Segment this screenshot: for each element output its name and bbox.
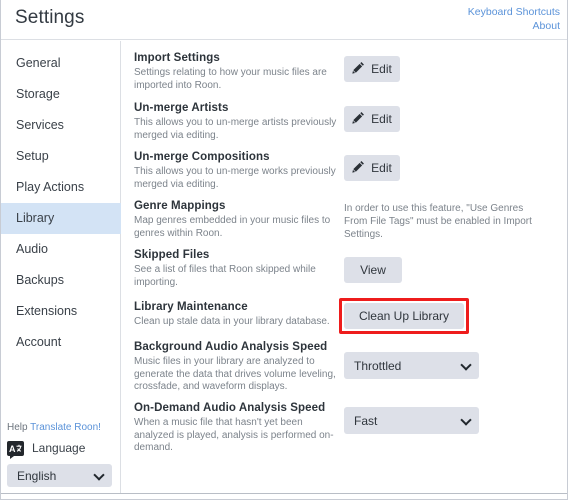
import-settings-edit-button[interactable]: Edit xyxy=(344,56,400,82)
sidebar-item-account[interactable]: Account xyxy=(1,327,121,358)
pencil-icon xyxy=(352,160,365,176)
button-label: Edit xyxy=(371,62,392,76)
setting-text: Background Audio Analysis Speed Music fi… xyxy=(134,340,344,394)
pencil-icon xyxy=(352,61,365,77)
setting-title: Background Audio Analysis Speed xyxy=(134,341,328,353)
setting-description: See a list of files that Roon skipped wh… xyxy=(134,264,316,288)
unmerge-artists-edit-button[interactable]: Edit xyxy=(344,106,400,132)
setting-title: Un-merge Compositions xyxy=(134,151,270,163)
pencil-icon xyxy=(352,111,365,127)
button-label: Edit xyxy=(371,161,392,175)
setting-title: Un-merge Artists xyxy=(134,102,229,114)
setting-description: When a music file that hasn't yet been a… xyxy=(134,417,334,453)
setting-description: Map genres embedded in your music files … xyxy=(134,215,331,239)
setting-text: Un-merge Artists This allows you to un-m… xyxy=(134,101,344,142)
sidebar-item-general[interactable]: General xyxy=(1,48,121,79)
sidebar-item-services[interactable]: Services xyxy=(1,110,121,141)
setting-text: Library Maintenance Clean up stale data … xyxy=(134,300,344,329)
sidebar-item-setup[interactable]: Setup xyxy=(1,141,121,172)
setting-control: Fast xyxy=(344,407,479,434)
sidebar-item-storage[interactable]: Storage xyxy=(1,79,121,110)
translate-icon: A xyxy=(7,440,24,459)
setting-description: This allows you to un-merge works previo… xyxy=(134,166,336,190)
sidebar-footer: Help Translate Roon! A Language English xyxy=(1,421,121,487)
setting-description: This allows you to un-merge artists prev… xyxy=(134,117,337,141)
page-title: Settings xyxy=(15,7,85,28)
setting-control: View xyxy=(344,257,402,283)
sidebar-item-play-actions[interactable]: Play Actions xyxy=(1,172,121,203)
setting-text: Genre Mappings Map genres embedded in yo… xyxy=(134,199,344,240)
setting-description: Clean up stale data in your library data… xyxy=(134,316,330,327)
on-demand-audio-analysis-speed-select[interactable]: Fast xyxy=(344,407,479,434)
language-label: Language xyxy=(32,441,86,455)
setting-control: Edit xyxy=(344,155,400,181)
select-value: Fast xyxy=(354,413,378,428)
skipped-files-view-button[interactable]: View xyxy=(344,257,402,283)
keyboard-shortcuts-link[interactable]: Keyboard Shortcuts xyxy=(468,5,560,19)
svg-text:A: A xyxy=(9,444,16,454)
setting-text: Un-merge Compositions This allows you to… xyxy=(134,150,344,191)
setting-text: On-Demand Audio Analysis Speed When a mu… xyxy=(134,401,344,455)
setting-title: Genre Mappings xyxy=(134,200,226,212)
setting-control: Clean Up Library xyxy=(344,303,464,329)
setting-control: Edit xyxy=(344,106,400,132)
setting-title: Import Settings xyxy=(134,52,220,64)
sidebar-item-audio[interactable]: Audio xyxy=(1,234,121,265)
sidebar-nav: General Storage Services Setup Play Acti… xyxy=(1,48,121,358)
settings-window: Settings Keyboard Shortcuts About Genera… xyxy=(0,0,568,500)
language-select-value: English xyxy=(17,468,57,483)
header-links: Keyboard Shortcuts About xyxy=(468,5,560,33)
chevron-down-icon xyxy=(460,358,472,371)
setting-text: Import Settings Settings relating to how… xyxy=(134,51,344,92)
clean-up-library-button[interactable]: Clean Up Library xyxy=(344,303,464,329)
select-value: Throttled xyxy=(354,358,402,373)
setting-description: Music files in your library are analyzed… xyxy=(134,356,336,392)
help-translate-line: Help Translate Roon! xyxy=(1,421,121,435)
window-footer-bar xyxy=(1,493,567,499)
genre-mappings-note: In order to use this feature, "Use Genre… xyxy=(344,203,532,240)
setting-title: On-Demand Audio Analysis Speed xyxy=(134,402,326,414)
translate-roon-link[interactable]: Translate Roon! xyxy=(30,422,101,433)
window-header: Settings Keyboard Shortcuts About xyxy=(1,0,567,40)
language-row: A Language xyxy=(1,438,121,459)
setting-title: Skipped Files xyxy=(134,249,210,261)
chevron-down-icon xyxy=(460,413,472,426)
chevron-down-icon xyxy=(93,468,105,481)
setting-description: Settings relating to how your music file… xyxy=(134,67,327,91)
about-link[interactable]: About xyxy=(468,19,560,33)
background-audio-analysis-speed-select[interactable]: Throttled xyxy=(344,352,479,379)
help-prefix-label: Help xyxy=(7,422,31,433)
sidebar-item-library[interactable]: Library xyxy=(1,203,121,234)
setting-control: Edit xyxy=(344,56,400,82)
unmerge-compositions-edit-button[interactable]: Edit xyxy=(344,155,400,181)
button-label: Edit xyxy=(371,112,392,126)
sidebar-item-extensions[interactable]: Extensions xyxy=(1,296,121,327)
setting-control: Throttled xyxy=(344,352,479,379)
setting-text: Skipped Files See a list of files that R… xyxy=(134,248,344,289)
sidebar-item-backups[interactable]: Backups xyxy=(1,265,121,296)
settings-content: Import Settings Settings relating to how… xyxy=(122,41,567,499)
sidebar: General Storage Services Setup Play Acti… xyxy=(1,41,121,499)
language-select[interactable]: English xyxy=(7,464,112,487)
setting-title: Library Maintenance xyxy=(134,301,248,313)
